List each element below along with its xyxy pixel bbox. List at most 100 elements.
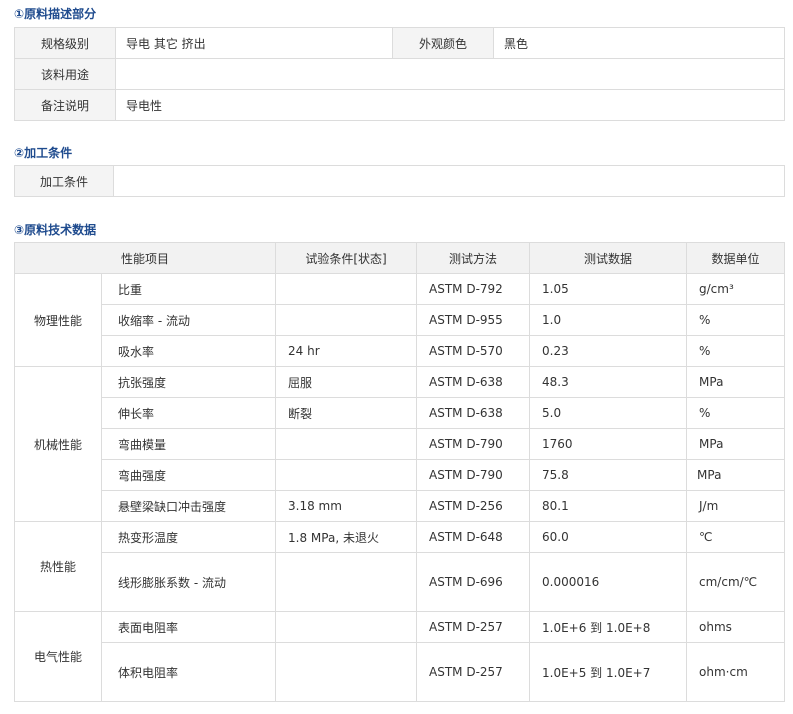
section-title-material-description: ①原料描述部分 [14, 7, 97, 21]
method-cell: ASTM D-256 [416, 490, 531, 522]
unit-cell: cm/cm/℃ [686, 552, 786, 612]
processing-conditions-table: 加工条件 [14, 165, 785, 197]
value-cell: 1.05 [529, 273, 688, 305]
material-description-table: 规格级别 导电 其它 挤出 外观颜色 黑色 该料用途 备注说明 导电性 [14, 27, 785, 121]
value-cell: 1760 [529, 428, 688, 460]
unit-cell: % [686, 397, 786, 429]
item-cell: 热变形温度 [100, 521, 277, 553]
table-row: 规格级别 导电 其它 挤出 外观颜色 黑色 [14, 27, 785, 59]
table-header-row: 性能项目 试验条件[状态] 测试方法 测试数据 数据单位 [13, 242, 786, 274]
header-property: 性能项目 [13, 242, 277, 274]
method-cell: ASTM D-257 [416, 611, 531, 643]
condition-cell [275, 459, 418, 491]
condition-cell: 断裂 [275, 397, 418, 429]
table-row: 吸水率 24 hr ASTM D-570 0.23 % [15, 335, 786, 367]
unit-cell: J/m [686, 490, 786, 522]
section-title-technical-data: ③原料技术数据 [14, 223, 97, 237]
unit-cell: ohms [686, 611, 786, 643]
group-label-mechanical: 机械性能 [14, 366, 102, 522]
group-label-thermal: 热性能 [14, 521, 102, 612]
spec-value: 导电 其它 挤出 [115, 27, 393, 59]
unit-cell: MPa [686, 366, 786, 398]
condition-cell: 1.8 MPa, 未退火 [275, 521, 418, 553]
method-cell: ASTM D-638 [416, 397, 531, 429]
method-cell: ASTM D-638 [416, 366, 531, 398]
method-cell: ASTM D-792 [416, 273, 531, 305]
item-cell: 体积电阻率 [100, 642, 277, 702]
value-cell: 60.0 [529, 521, 688, 553]
item-cell: 表面电阻率 [100, 611, 277, 643]
value-cell: 80.1 [529, 490, 688, 522]
processing-value [113, 165, 785, 197]
item-cell: 悬壁梁缺口冲击强度 [100, 490, 277, 522]
condition-cell [275, 428, 418, 460]
method-cell: ASTM D-790 [416, 459, 531, 491]
header-test-method: 测试方法 [416, 242, 531, 274]
spec-label: 规格级别 [14, 27, 116, 59]
technical-data-table: 性能项目 试验条件[状态] 测试方法 测试数据 数据单位 物理性能 比重 AST… [13, 242, 786, 702]
unit-cell: ℃ [686, 521, 786, 553]
value-cell: 1.0 [529, 304, 688, 336]
condition-cell [275, 642, 418, 702]
color-label: 外观颜色 [392, 27, 494, 59]
table-row: 伸长率 断裂 ASTM D-638 5.0 % [15, 397, 786, 429]
usage-label: 该料用途 [14, 58, 116, 90]
header-test-data: 测试数据 [529, 242, 688, 274]
value-cell: 0.000016 [529, 552, 688, 612]
table-row: 收缩率 - 流动 ASTM D-955 1.0 % [15, 304, 786, 336]
group-label-physical: 物理性能 [14, 273, 102, 367]
method-cell: ASTM D-790 [416, 428, 531, 460]
value-cell: 1.0E+5 到 1.0E+7 [529, 642, 688, 702]
condition-cell [275, 552, 418, 612]
table-row: 加工条件 [14, 165, 785, 197]
table-row: 热性能 热变形温度 1.8 MPa, 未退火 ASTM D-648 60.0 ℃ [14, 521, 786, 612]
item-cell: 弯曲模量 [100, 428, 277, 460]
table-row: 该料用途 [14, 58, 785, 90]
header-unit: 数据单位 [686, 242, 786, 274]
item-cell: 弯曲强度 [100, 459, 277, 491]
condition-cell: 3.18 mm [275, 490, 418, 522]
processing-label: 加工条件 [14, 165, 114, 197]
table-row: 悬壁梁缺口冲击强度 3.18 mm ASTM D-256 80.1 J/m [15, 490, 786, 522]
value-cell: 1.0E+6 到 1.0E+8 [529, 611, 688, 643]
group-label-electrical: 电气性能 [14, 611, 102, 702]
item-cell: 收缩率 - 流动 [100, 304, 277, 336]
condition-cell [275, 611, 418, 643]
item-cell: 线形膨胀系数 - 流动 [100, 552, 277, 612]
table-row: 备注说明 导电性 [14, 89, 785, 121]
condition-cell: 24 hr [275, 335, 418, 367]
table-row: 弯曲强度 ASTM D-790 75.8 MPa [15, 459, 786, 491]
section-title-processing-conditions: ②加工条件 [14, 146, 73, 160]
table-row: 体积电阻率 ASTM D-257 1.0E+5 到 1.0E+7 ohm·cm [15, 642, 786, 702]
unit-cell: % [686, 304, 786, 336]
method-cell: ASTM D-955 [416, 304, 531, 336]
item-cell: 抗张强度 [100, 366, 277, 398]
item-cell: 比重 [100, 273, 277, 305]
table-row: 电气性能 表面电阻率 ASTM D-257 1.0E+6 到 1.0E+8 oh… [14, 611, 786, 702]
table-row: 物理性能 比重 ASTM D-792 1.05 g/cm³ [14, 273, 786, 367]
item-cell: 吸水率 [100, 335, 277, 367]
condition-cell [275, 273, 418, 305]
table-row: 线形膨胀系数 - 流动 ASTM D-696 0.000016 cm/cm/℃ [15, 552, 786, 612]
value-cell: 0.23 [529, 335, 688, 367]
unit-cell: MPa [686, 459, 786, 491]
value-cell: 75.8 [529, 459, 688, 491]
condition-cell: 屈服 [275, 366, 418, 398]
method-cell: ASTM D-570 [416, 335, 531, 367]
usage-value [115, 58, 785, 90]
value-cell: 5.0 [529, 397, 688, 429]
note-label: 备注说明 [14, 89, 116, 121]
table-row: 机械性能 抗张强度 屈服 ASTM D-638 48.3 MPa [14, 366, 786, 522]
unit-cell: ohm·cm [686, 642, 786, 702]
note-value: 导电性 [115, 89, 785, 121]
value-cell: 48.3 [529, 366, 688, 398]
item-cell: 伸长率 [100, 397, 277, 429]
method-cell: ASTM D-696 [416, 552, 531, 612]
unit-cell: g/cm³ [686, 273, 786, 305]
condition-cell [275, 304, 418, 336]
color-value: 黑色 [493, 27, 785, 59]
header-test-condition: 试验条件[状态] [275, 242, 418, 274]
unit-cell: % [686, 335, 786, 367]
unit-cell: MPa [686, 428, 786, 460]
table-row: 弯曲模量 ASTM D-790 1760 MPa [15, 428, 786, 460]
